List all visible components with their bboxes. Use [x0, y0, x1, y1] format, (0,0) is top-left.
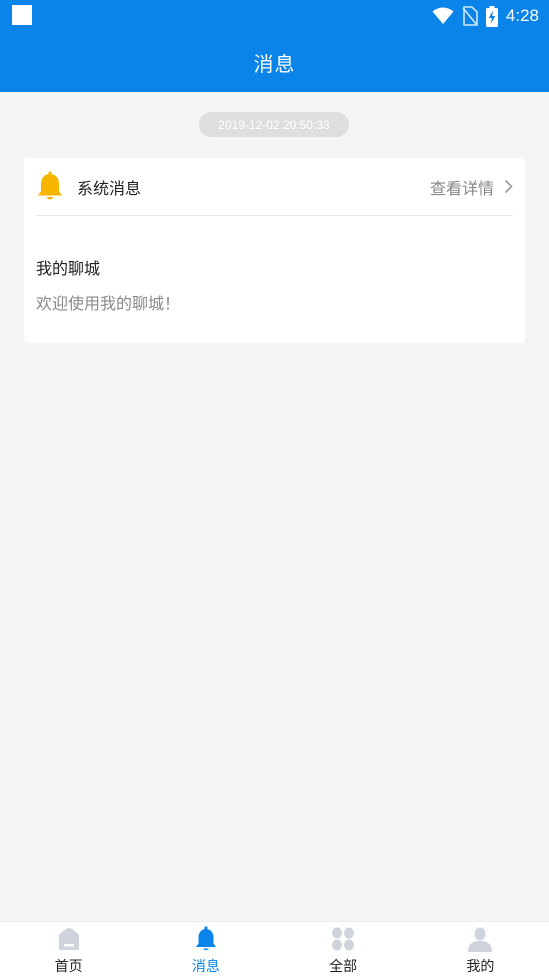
nav-item-mine[interactable]: 我的: [412, 922, 549, 977]
page-title: 消息: [253, 51, 296, 76]
status-bar: 4:28: [0, 0, 549, 32]
nav-label-mine: 我的: [466, 959, 495, 975]
message-timestamp: 2019-12-02 20:50:33: [199, 112, 349, 137]
nav-label-home: 首页: [54, 959, 83, 975]
bell-icon: [38, 171, 62, 199]
bell-icon: [195, 926, 216, 951]
message-title: 我的聊城: [36, 259, 101, 278]
card-title: 系统消息: [77, 178, 142, 198]
message-card-header[interactable]: 系统消息 查看详情: [36, 158, 513, 216]
wifi-icon: [432, 7, 454, 24]
message-card[interactable]: 系统消息 查看详情 我的聊城 欢迎使用我的聊城！: [24, 158, 525, 343]
nav-item-home[interactable]: 首页: [0, 922, 137, 977]
grid-icon: [332, 927, 355, 951]
message-body: 欢迎使用我的聊城！: [36, 294, 181, 313]
status-time: 4:28: [505, 6, 539, 25]
nav-item-messages[interactable]: 消息: [137, 922, 274, 977]
view-details-label: 查看详情: [429, 178, 494, 198]
nav-label-all: 全部: [329, 959, 358, 975]
notification-square-icon: [12, 5, 32, 25]
nav-label-messages: 消息: [191, 959, 220, 975]
user-icon: [468, 927, 493, 952]
bottom-nav: 首页 消息 全部 我的: [0, 921, 549, 977]
app-bar: 消息: [0, 32, 549, 92]
chevron-right-icon: [504, 179, 513, 194]
battery-charging-icon: [485, 5, 498, 27]
home-icon: [58, 928, 79, 950]
nav-item-all[interactable]: 全部: [275, 922, 412, 977]
no-sim-icon: [462, 6, 478, 26]
status-icons: 4:28: [432, 4, 539, 28]
view-details-link[interactable]: 查看详情: [430, 175, 513, 199]
